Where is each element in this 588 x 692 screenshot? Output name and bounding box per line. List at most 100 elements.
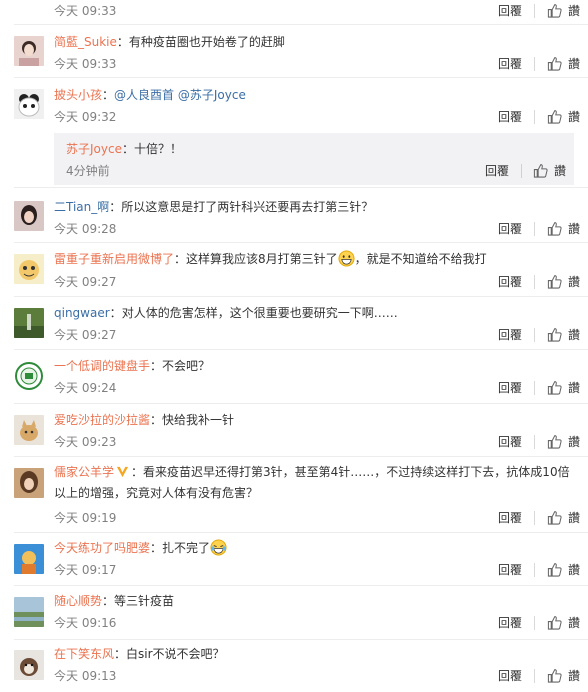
comment-item: 今天练功了吗肥婆：扎不完了 今天 09:17 回覆 讚 bbox=[0, 533, 588, 585]
avatar[interactable] bbox=[14, 361, 44, 391]
reply-button[interactable]: 回覆 bbox=[498, 668, 522, 684]
mention-link[interactable]: @苏子Joyce bbox=[178, 88, 246, 102]
comment-text: 所以这意思是打了两针科兴还要再去打第三针？ bbox=[121, 200, 374, 214]
thumbs-up-icon bbox=[547, 275, 562, 289]
reply-button[interactable]: 回覆 bbox=[498, 109, 522, 125]
mention-link[interactable]: @人良酉首 bbox=[114, 88, 174, 102]
comment-item: 二Tian_啊：所以这意思是打了两针科兴还要再去打第三针？ 今天 09:28 回… bbox=[0, 190, 588, 242]
like-button[interactable] bbox=[547, 221, 562, 236]
comment-line: 在下笑东风：白sir不说不会吧？ bbox=[54, 647, 225, 661]
comment-time: 今天 09:17 bbox=[54, 563, 117, 577]
thumbs-up-icon bbox=[547, 110, 562, 124]
reply-button[interactable]: 回覆 bbox=[498, 327, 522, 343]
username[interactable]: 一个低调的键盘手 bbox=[54, 359, 150, 373]
divider bbox=[521, 164, 522, 178]
like-button[interactable] bbox=[533, 163, 548, 178]
comment-item: 随心顺势：等三针疫苗 今天 09:16 回覆 讚 bbox=[0, 586, 588, 639]
reply-button[interactable]: 回覆 bbox=[498, 615, 522, 631]
comment-time: 今天 09:27 bbox=[54, 328, 117, 342]
reply-button[interactable]: 回覆 bbox=[498, 380, 522, 396]
grinning-emoji bbox=[338, 250, 355, 267]
like-button[interactable] bbox=[547, 380, 562, 395]
thumbs-up-icon bbox=[547, 328, 562, 342]
comment-time: 今天 09:24 bbox=[54, 381, 117, 395]
comment-line: 随心顺势：等三针疫苗 bbox=[54, 594, 175, 608]
divider bbox=[14, 187, 588, 188]
divider bbox=[534, 328, 535, 342]
avatar[interactable] bbox=[14, 415, 44, 445]
like-button[interactable] bbox=[547, 668, 562, 683]
comment-text: ，就是不知道给不给我打 bbox=[354, 252, 487, 266]
comment-line: 今天练功了吗肥婆：扎不完了 bbox=[54, 539, 578, 558]
avatar[interactable] bbox=[14, 201, 44, 231]
username[interactable]: 二Tian_啊 bbox=[54, 200, 109, 214]
username[interactable]: 雷重子重新启用微博了 bbox=[54, 252, 174, 266]
comment-time: 今天 09:27 bbox=[54, 275, 117, 289]
comment-text: 快给我补一针 bbox=[162, 413, 235, 427]
reply-button[interactable]: 回覆 bbox=[498, 56, 522, 72]
thumbs-up-icon bbox=[547, 4, 562, 18]
thumbs-up-icon bbox=[547, 563, 562, 577]
comment-time: 今天 09:33 bbox=[54, 57, 117, 71]
divider bbox=[534, 57, 535, 71]
username[interactable]: qingwaer bbox=[54, 306, 110, 320]
like-button[interactable] bbox=[547, 109, 562, 124]
comment-item: 披头小孩：@人良酉首 @苏子Joyce 今天 09:32 回覆 讚 苏子Joyc… bbox=[0, 78, 588, 187]
reply-button[interactable]: 回覆 bbox=[498, 3, 522, 19]
comment-time: 今天 09:13 bbox=[54, 669, 117, 683]
reply-button[interactable]: 回覆 bbox=[498, 274, 522, 290]
username[interactable]: 苏子Joyce bbox=[66, 142, 122, 156]
thumbs-up-icon bbox=[533, 164, 548, 178]
username[interactable]: 在下笑东风 bbox=[54, 647, 114, 661]
like-button[interactable] bbox=[547, 327, 562, 342]
like-button[interactable] bbox=[547, 510, 562, 525]
comment-line: 简藍_Sukie：有种疫苗圈也开始卷了的赶脚 bbox=[54, 35, 285, 49]
avatar[interactable] bbox=[14, 254, 44, 284]
divider bbox=[534, 435, 535, 449]
username[interactable]: 随心顺势 bbox=[54, 594, 102, 608]
avatar[interactable] bbox=[14, 650, 44, 680]
divider bbox=[534, 110, 535, 124]
reply-button[interactable]: 回覆 bbox=[498, 510, 522, 526]
reply-button[interactable]: 回覆 bbox=[498, 562, 522, 578]
like-button[interactable] bbox=[547, 615, 562, 630]
like-button[interactable] bbox=[547, 274, 562, 289]
thumbs-up-icon bbox=[547, 222, 562, 236]
divider bbox=[534, 381, 535, 395]
username[interactable]: 爱吃沙拉的沙拉酱 bbox=[54, 413, 150, 427]
like-button[interactable] bbox=[547, 562, 562, 577]
divider bbox=[534, 563, 535, 577]
like-label: 讚 bbox=[567, 616, 580, 630]
username[interactable]: 简藍_Sukie bbox=[54, 35, 117, 49]
reply-button[interactable]: 回覆 bbox=[498, 221, 522, 237]
thumbs-up-icon bbox=[547, 616, 562, 630]
thumbs-up-icon bbox=[547, 669, 562, 683]
like-button[interactable] bbox=[547, 434, 562, 449]
avatar[interactable] bbox=[14, 544, 44, 574]
avatar[interactable] bbox=[14, 597, 44, 627]
comment-time: 今天 09:28 bbox=[54, 222, 117, 236]
username[interactable]: 披头小孩 bbox=[54, 88, 102, 102]
like-button[interactable] bbox=[547, 56, 562, 71]
avatar[interactable] bbox=[14, 308, 44, 338]
divider bbox=[534, 222, 535, 236]
comment-time: 今天 09:19 bbox=[54, 511, 117, 525]
comment-text: 白sir不说不会吧？ bbox=[126, 647, 225, 661]
comment-line: qingwaer：对人体的危害怎样，这个很重要也要研究一下啊…… bbox=[54, 306, 398, 320]
reply-button[interactable]: 回覆 bbox=[498, 434, 522, 450]
avatar[interactable] bbox=[14, 89, 44, 119]
comment-text: 不会吧？ bbox=[162, 359, 211, 373]
username[interactable]: 儒家公羊学 bbox=[54, 465, 114, 479]
comment-text: 扎不完了 bbox=[162, 541, 211, 555]
comment-item: qingwaer：对人体的危害怎样，这个很重要也要研究一下啊…… 今天 09:2… bbox=[0, 297, 588, 349]
thumbs-up-icon bbox=[547, 435, 562, 449]
reply-button[interactable]: 回覆 bbox=[485, 163, 509, 179]
like-button[interactable] bbox=[547, 3, 562, 18]
avatar[interactable] bbox=[14, 468, 44, 498]
username[interactable]: 今天练功了吗肥婆 bbox=[54, 541, 150, 555]
avatar[interactable] bbox=[14, 36, 44, 66]
comment-text: 十倍？！ bbox=[133, 142, 182, 156]
divider bbox=[534, 511, 535, 525]
reply-line: 苏子Joyce：十倍？！ bbox=[66, 142, 182, 156]
comment-line: 一个低调的键盘手：不会吧？ bbox=[54, 359, 211, 373]
